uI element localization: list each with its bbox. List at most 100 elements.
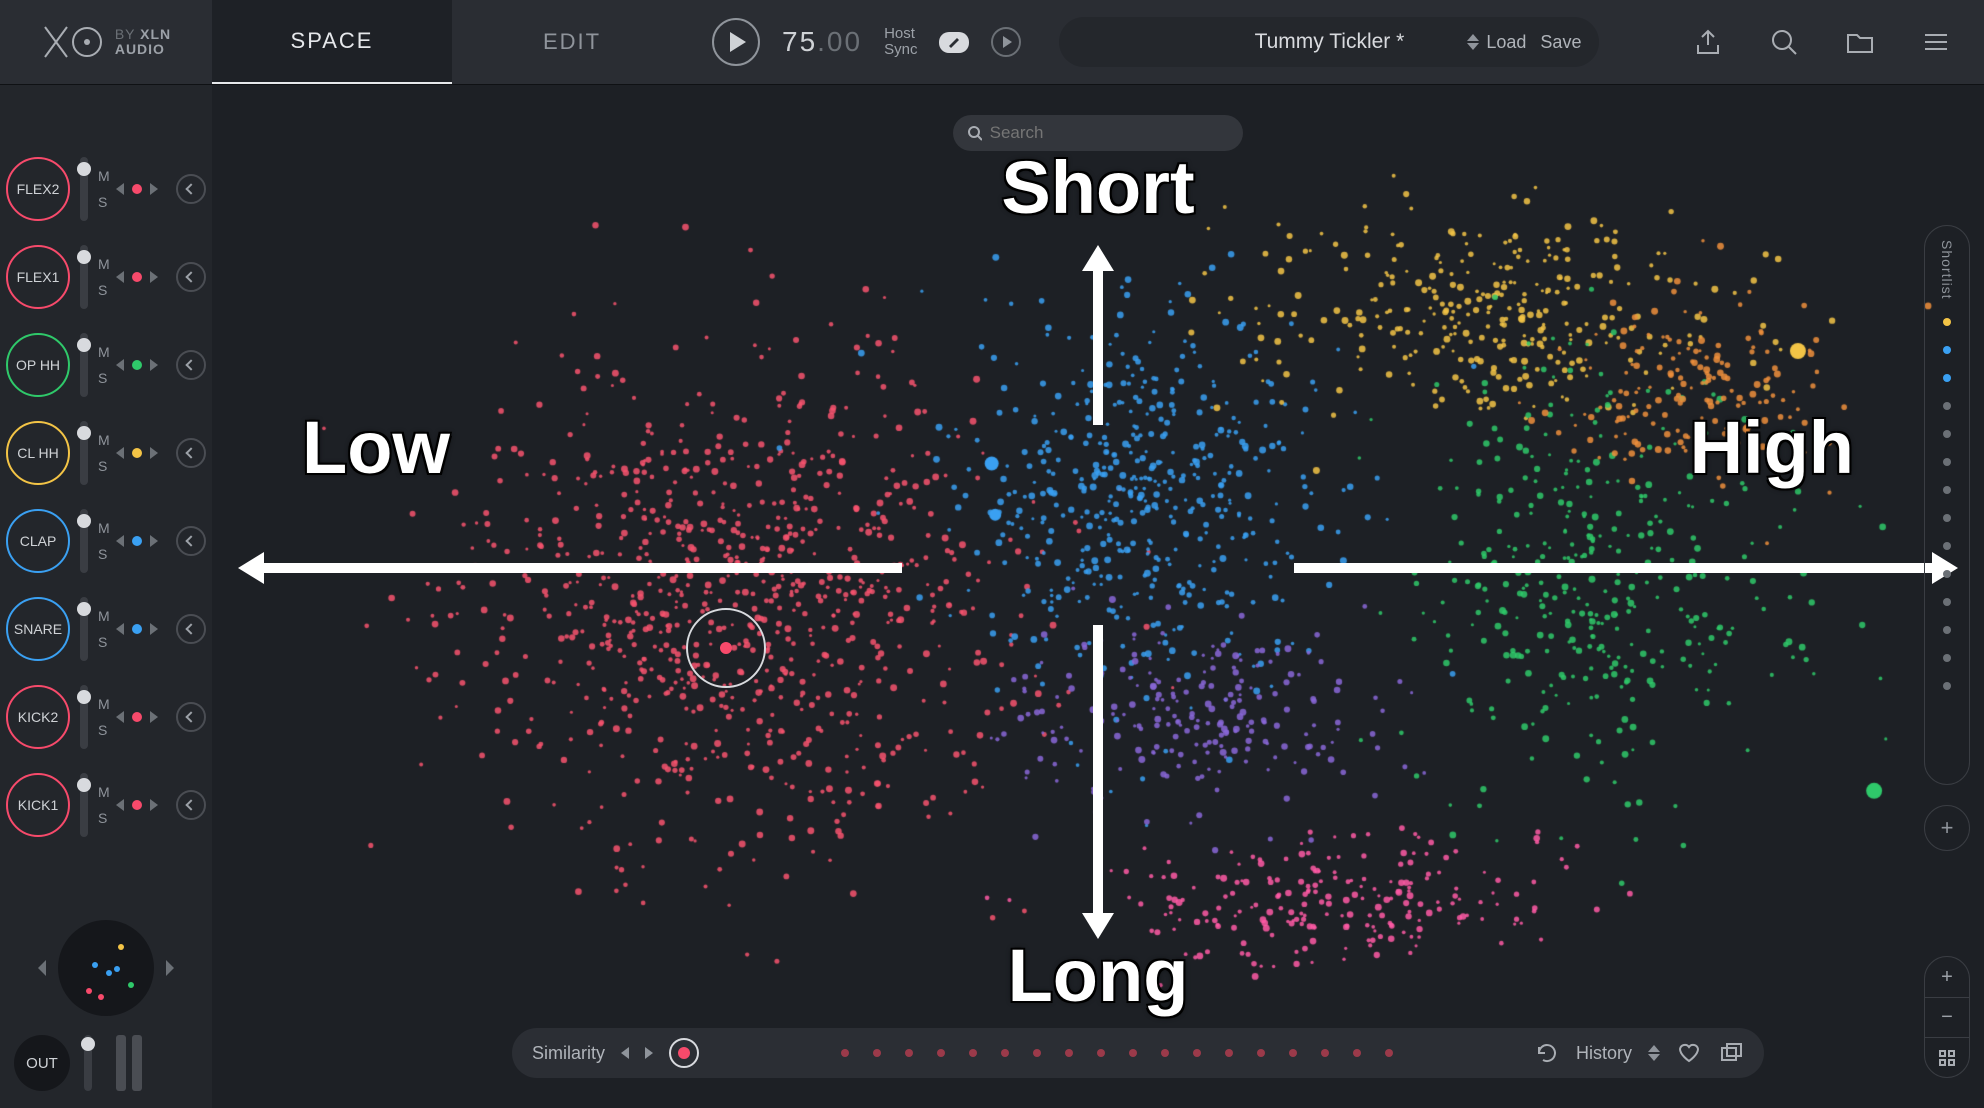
channel-volume-clap[interactable] [80,509,88,573]
shortlist-dot[interactable] [1943,598,1951,606]
prev-sample-button[interactable] [116,535,124,547]
shortlist-dot[interactable] [1943,402,1951,410]
zoom-out-button[interactable]: − [1925,997,1969,1037]
similarity-dot[interactable] [937,1049,945,1057]
channel-volume-ophh[interactable] [80,333,88,397]
tab-space[interactable]: SPACE [212,0,452,84]
similarity-dot[interactable] [1129,1049,1137,1057]
similarity-prev-button[interactable] [621,1047,629,1059]
shortlist-dot[interactable] [1943,654,1951,662]
radar-canvas[interactable] [58,920,154,1016]
similarity-dot[interactable] [905,1049,913,1057]
channel-trigger-flex2[interactable]: FLEX2 [6,157,70,221]
channel-trigger-flex1[interactable]: FLEX1 [6,245,70,309]
prev-sample-button[interactable] [116,271,124,283]
similarity-dot[interactable] [1257,1049,1265,1057]
solo-button[interactable]: S [98,458,110,474]
similarity-dot[interactable] [1097,1049,1105,1057]
preset-step-arrows[interactable] [1467,34,1479,50]
solo-button[interactable]: S [98,370,110,386]
collapse-button[interactable] [176,262,206,292]
collapse-button[interactable] [176,790,206,820]
similarity-dot[interactable] [1033,1049,1041,1057]
mute-button[interactable]: M [98,432,110,448]
shortlist-dot[interactable] [1943,346,1951,354]
collapse-button[interactable] [176,174,206,204]
menu-button[interactable] [1918,24,1954,60]
similarity-dot[interactable] [1385,1049,1393,1057]
mute-button[interactable]: M [98,168,110,184]
save-button[interactable]: Save [1540,32,1581,53]
channel-trigger-clhh[interactable]: CL HH [6,421,70,485]
solo-button[interactable]: S [98,194,110,210]
shortlist-dot[interactable] [1943,626,1951,634]
channel-volume-kick2[interactable] [80,685,88,749]
shortlist-dot[interactable] [1943,514,1951,522]
prev-sample-button[interactable] [116,447,124,459]
solo-button[interactable]: S [98,282,110,298]
prev-sample-button[interactable] [116,183,124,195]
radar-prev-button[interactable] [38,960,46,976]
similarity-dot[interactable] [1161,1049,1169,1057]
refresh-button[interactable] [1534,1040,1560,1066]
collapse-button[interactable] [176,526,206,556]
next-sample-button[interactable] [150,183,158,195]
shortlist-dot[interactable] [1943,430,1951,438]
space-view[interactable]: Short Long Low High Shortlist + + − Simi… [212,85,1984,1108]
channel-volume-flex1[interactable] [80,245,88,309]
mute-button[interactable]: M [98,608,110,624]
load-button[interactable]: Load [1486,32,1526,53]
zoom-in-button[interactable]: + [1925,957,1969,997]
similarity-dot[interactable] [873,1049,881,1057]
shortlist-dot[interactable] [1943,542,1951,550]
next-sample-button[interactable] [150,359,158,371]
preset-selector[interactable]: Tummy Tickler * Load Save [1059,17,1599,67]
mute-button[interactable]: M [98,784,110,800]
radar-next-button[interactable] [166,960,174,976]
sample-space-canvas[interactable] [212,85,1984,1108]
collapse-button[interactable] [176,702,206,732]
shortlist-dot[interactable] [1943,458,1951,466]
shortlist-add-button[interactable]: + [1924,805,1970,851]
channel-volume-snare[interactable] [80,597,88,661]
tempo-display[interactable]: 75.00 [782,26,862,58]
browse-button[interactable] [1842,24,1878,60]
tab-edit[interactable]: EDIT [452,0,692,84]
similarity-dot[interactable] [1353,1049,1361,1057]
similarity-dot[interactable] [1193,1049,1201,1057]
channel-trigger-clap[interactable]: CLAP [6,509,70,573]
history-step-arrows[interactable] [1648,1045,1660,1061]
similarity-dots[interactable] [715,1049,1518,1057]
similarity-current[interactable] [669,1038,699,1068]
collapse-button[interactable] [176,350,206,380]
prev-sample-button[interactable] [116,711,124,723]
solo-button[interactable]: S [98,634,110,650]
channel-trigger-kick2[interactable]: KICK2 [6,685,70,749]
solo-button[interactable]: S [98,722,110,738]
shortlist-panel[interactable]: Shortlist [1924,225,1970,785]
similarity-next-button[interactable] [645,1047,653,1059]
prev-sample-button[interactable] [116,623,124,635]
similarity-dot[interactable] [969,1049,977,1057]
next-sample-button[interactable] [150,271,158,283]
channel-trigger-snare[interactable]: SNARE [6,597,70,661]
export-button[interactable] [1690,24,1726,60]
channel-trigger-kick1[interactable]: KICK1 [6,773,70,837]
next-sample-button[interactable] [150,711,158,723]
mute-button[interactable]: M [98,344,110,360]
prev-sample-button[interactable] [116,799,124,811]
search-button[interactable] [1766,24,1802,60]
zoom-reset-button[interactable] [1925,1037,1969,1077]
similarity-dot[interactable] [1289,1049,1297,1057]
solo-button[interactable]: S [98,810,110,826]
prev-sample-button[interactable] [116,359,124,371]
shortlist-dot[interactable] [1943,682,1951,690]
collapse-button[interactable] [176,438,206,468]
search-input[interactable] [990,123,1229,143]
next-sample-button[interactable] [150,447,158,459]
search-field[interactable] [953,115,1243,151]
output-button[interactable]: OUT [14,1035,70,1091]
next-sample-button[interactable] [150,623,158,635]
similarity-dot[interactable] [1321,1049,1329,1057]
shortlist-dot[interactable] [1943,318,1951,326]
